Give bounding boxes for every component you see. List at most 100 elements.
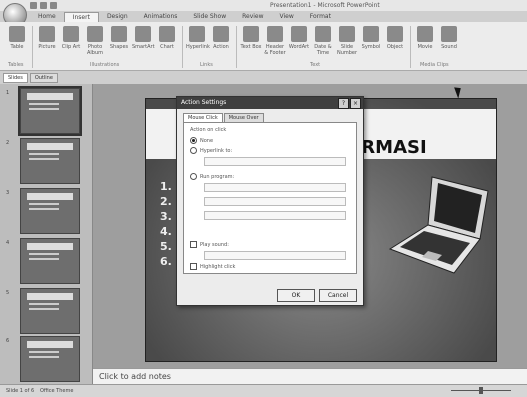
picture-icon [39,26,55,42]
play-sound-row[interactable]: Play sound: [190,241,229,248]
radio-icon[interactable] [190,173,197,180]
action-settings-dialog: Action Settings ? × Mouse Click Mouse Ov… [176,96,364,306]
group-tables: Tables [8,62,24,68]
smartart-icon [135,26,151,42]
checkbox-icon[interactable] [190,263,197,270]
sound-button[interactable]: Sound [438,26,460,50]
list-item: 2. [160,195,172,208]
movie-button[interactable]: Movie [414,26,436,50]
date-time-icon [315,26,331,42]
slide-number-icon [339,26,355,42]
thumbnail-number: 6 [6,338,10,344]
sound-select[interactable] [204,251,346,260]
clip-art-icon [63,26,79,42]
table-icon [9,26,25,42]
tab-outline[interactable]: Outline [29,73,58,83]
cancel-button[interactable]: Cancel [319,289,357,302]
dialog-body: Action on click None Hyperlink to: Run p… [183,122,357,274]
smartart-button[interactable]: SmartArt [132,26,155,50]
slide-thumbnail-5[interactable] [20,288,80,334]
close-icon[interactable]: × [350,98,361,109]
sound-icon [441,26,457,42]
option-hyperlink[interactable]: Hyperlink to: [190,147,232,154]
list-item: 5. [160,240,172,253]
photo-album-button[interactable]: Photo Album [84,26,106,56]
list-item: 1. [160,180,172,193]
symbol-icon [363,26,379,42]
option-none[interactable]: None [190,137,213,144]
thumbnail-number: 4 [6,240,10,246]
run-program-field[interactable] [204,183,346,192]
undo-icon[interactable] [40,2,47,9]
slide-thumbnail-1[interactable] [18,86,82,136]
highlight-click-row[interactable]: Highlight click [190,263,235,270]
action-button[interactable]: Action [210,26,232,50]
run-macro-select[interactable] [204,197,346,206]
quick-access-toolbar [30,2,70,10]
object-button[interactable]: Object [384,26,406,50]
laptop-image[interactable] [384,169,494,279]
dialog-title: Action Settings [181,99,227,106]
action-icon [213,26,229,42]
clip-art-button[interactable]: Clip Art [60,26,82,50]
zoom-slider[interactable] [431,387,521,394]
action-section-label: Action on click [190,127,227,133]
tab-insert[interactable]: Insert [63,12,99,22]
object-icon [387,26,403,42]
header-footer-icon [267,26,283,42]
tab-slide-show[interactable]: Slide Show [185,12,234,22]
tab-animations[interactable]: Animations [136,12,186,22]
notes-placeholder: Click to add notes [99,372,171,381]
radio-icon[interactable] [190,147,197,154]
radio-icon[interactable] [190,137,197,144]
tab-review[interactable]: Review [234,12,271,22]
ribbon: Table Picture Clip Art Photo Album Shape… [0,22,527,71]
object-action-select[interactable] [204,211,346,220]
slide-number-button[interactable]: Slide Number [336,26,358,56]
group-illustrations: Illustrations [90,62,120,68]
group-media-clips: Media Clips [420,62,449,68]
chart-button[interactable]: Chart [156,26,178,50]
slide-thumbnail-2[interactable] [20,138,80,184]
redo-icon[interactable] [50,2,57,9]
chart-icon [159,26,175,42]
text-box-button[interactable]: Text Box [240,26,262,50]
theme-name: Office Theme [40,388,74,394]
slide-counter: Slide 1 of 6 [6,388,35,394]
date-time-button[interactable]: Date & Time [312,26,334,56]
tab-slides[interactable]: Slides [3,73,28,83]
title-bar: Presentation1 - Microsoft PowerPoint [0,0,527,11]
shapes-icon [111,26,127,42]
hyperlink-select[interactable] [204,157,346,166]
hyperlink-button[interactable]: Hyperlink [186,26,210,50]
save-icon[interactable] [30,2,37,9]
zoom-knob[interactable] [479,387,483,394]
ok-button[interactable]: OK [277,289,315,302]
slide-thumbnail-6[interactable] [20,336,80,382]
tab-design[interactable]: Design [99,12,136,22]
hyperlink-icon [189,26,205,42]
help-icon[interactable]: ? [338,98,349,109]
shapes-button[interactable]: Shapes [108,26,130,50]
group-text: Text [310,62,321,68]
tab-format[interactable]: Format [302,12,339,22]
checkbox-icon[interactable] [190,241,197,248]
wordart-button[interactable]: WordArt [288,26,310,50]
notes-pane[interactable]: Click to add notes [93,368,527,385]
wordart-icon [291,26,307,42]
text-box-icon [243,26,259,42]
symbol-button[interactable]: Symbol [360,26,382,50]
table-button[interactable]: Table [6,26,28,50]
slide-thumbnail-3[interactable] [20,188,80,234]
slide-thumbnail-4[interactable] [20,238,80,284]
tab-view[interactable]: View [272,12,302,22]
dialog-title-bar: Action Settings ? × [177,97,363,109]
thumbnail-number: 1 [6,90,10,96]
tab-home[interactable]: Home [30,12,64,22]
option-run-program[interactable]: Run program: [190,173,234,180]
window-title: Presentation1 - Microsoft PowerPoint [270,2,380,9]
picture-button[interactable]: Picture [36,26,58,50]
header-footer-button[interactable]: Header & Footer [264,26,286,56]
slide-bullet-list[interactable]: 1. 2. 3. 4. 5. 6. [160,179,172,269]
photo-album-icon [87,26,103,42]
